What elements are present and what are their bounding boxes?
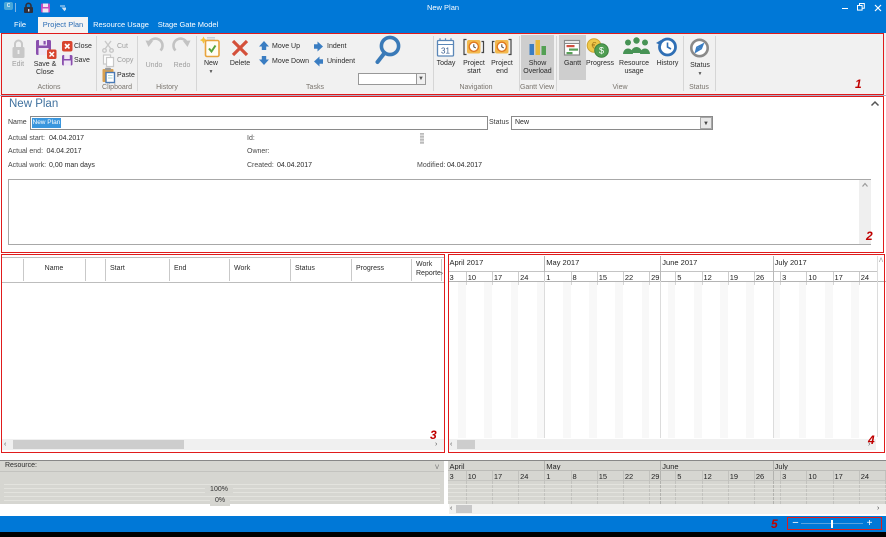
svg-text:31: 31 <box>441 47 450 56</box>
svg-text:$: $ <box>599 46 604 56</box>
